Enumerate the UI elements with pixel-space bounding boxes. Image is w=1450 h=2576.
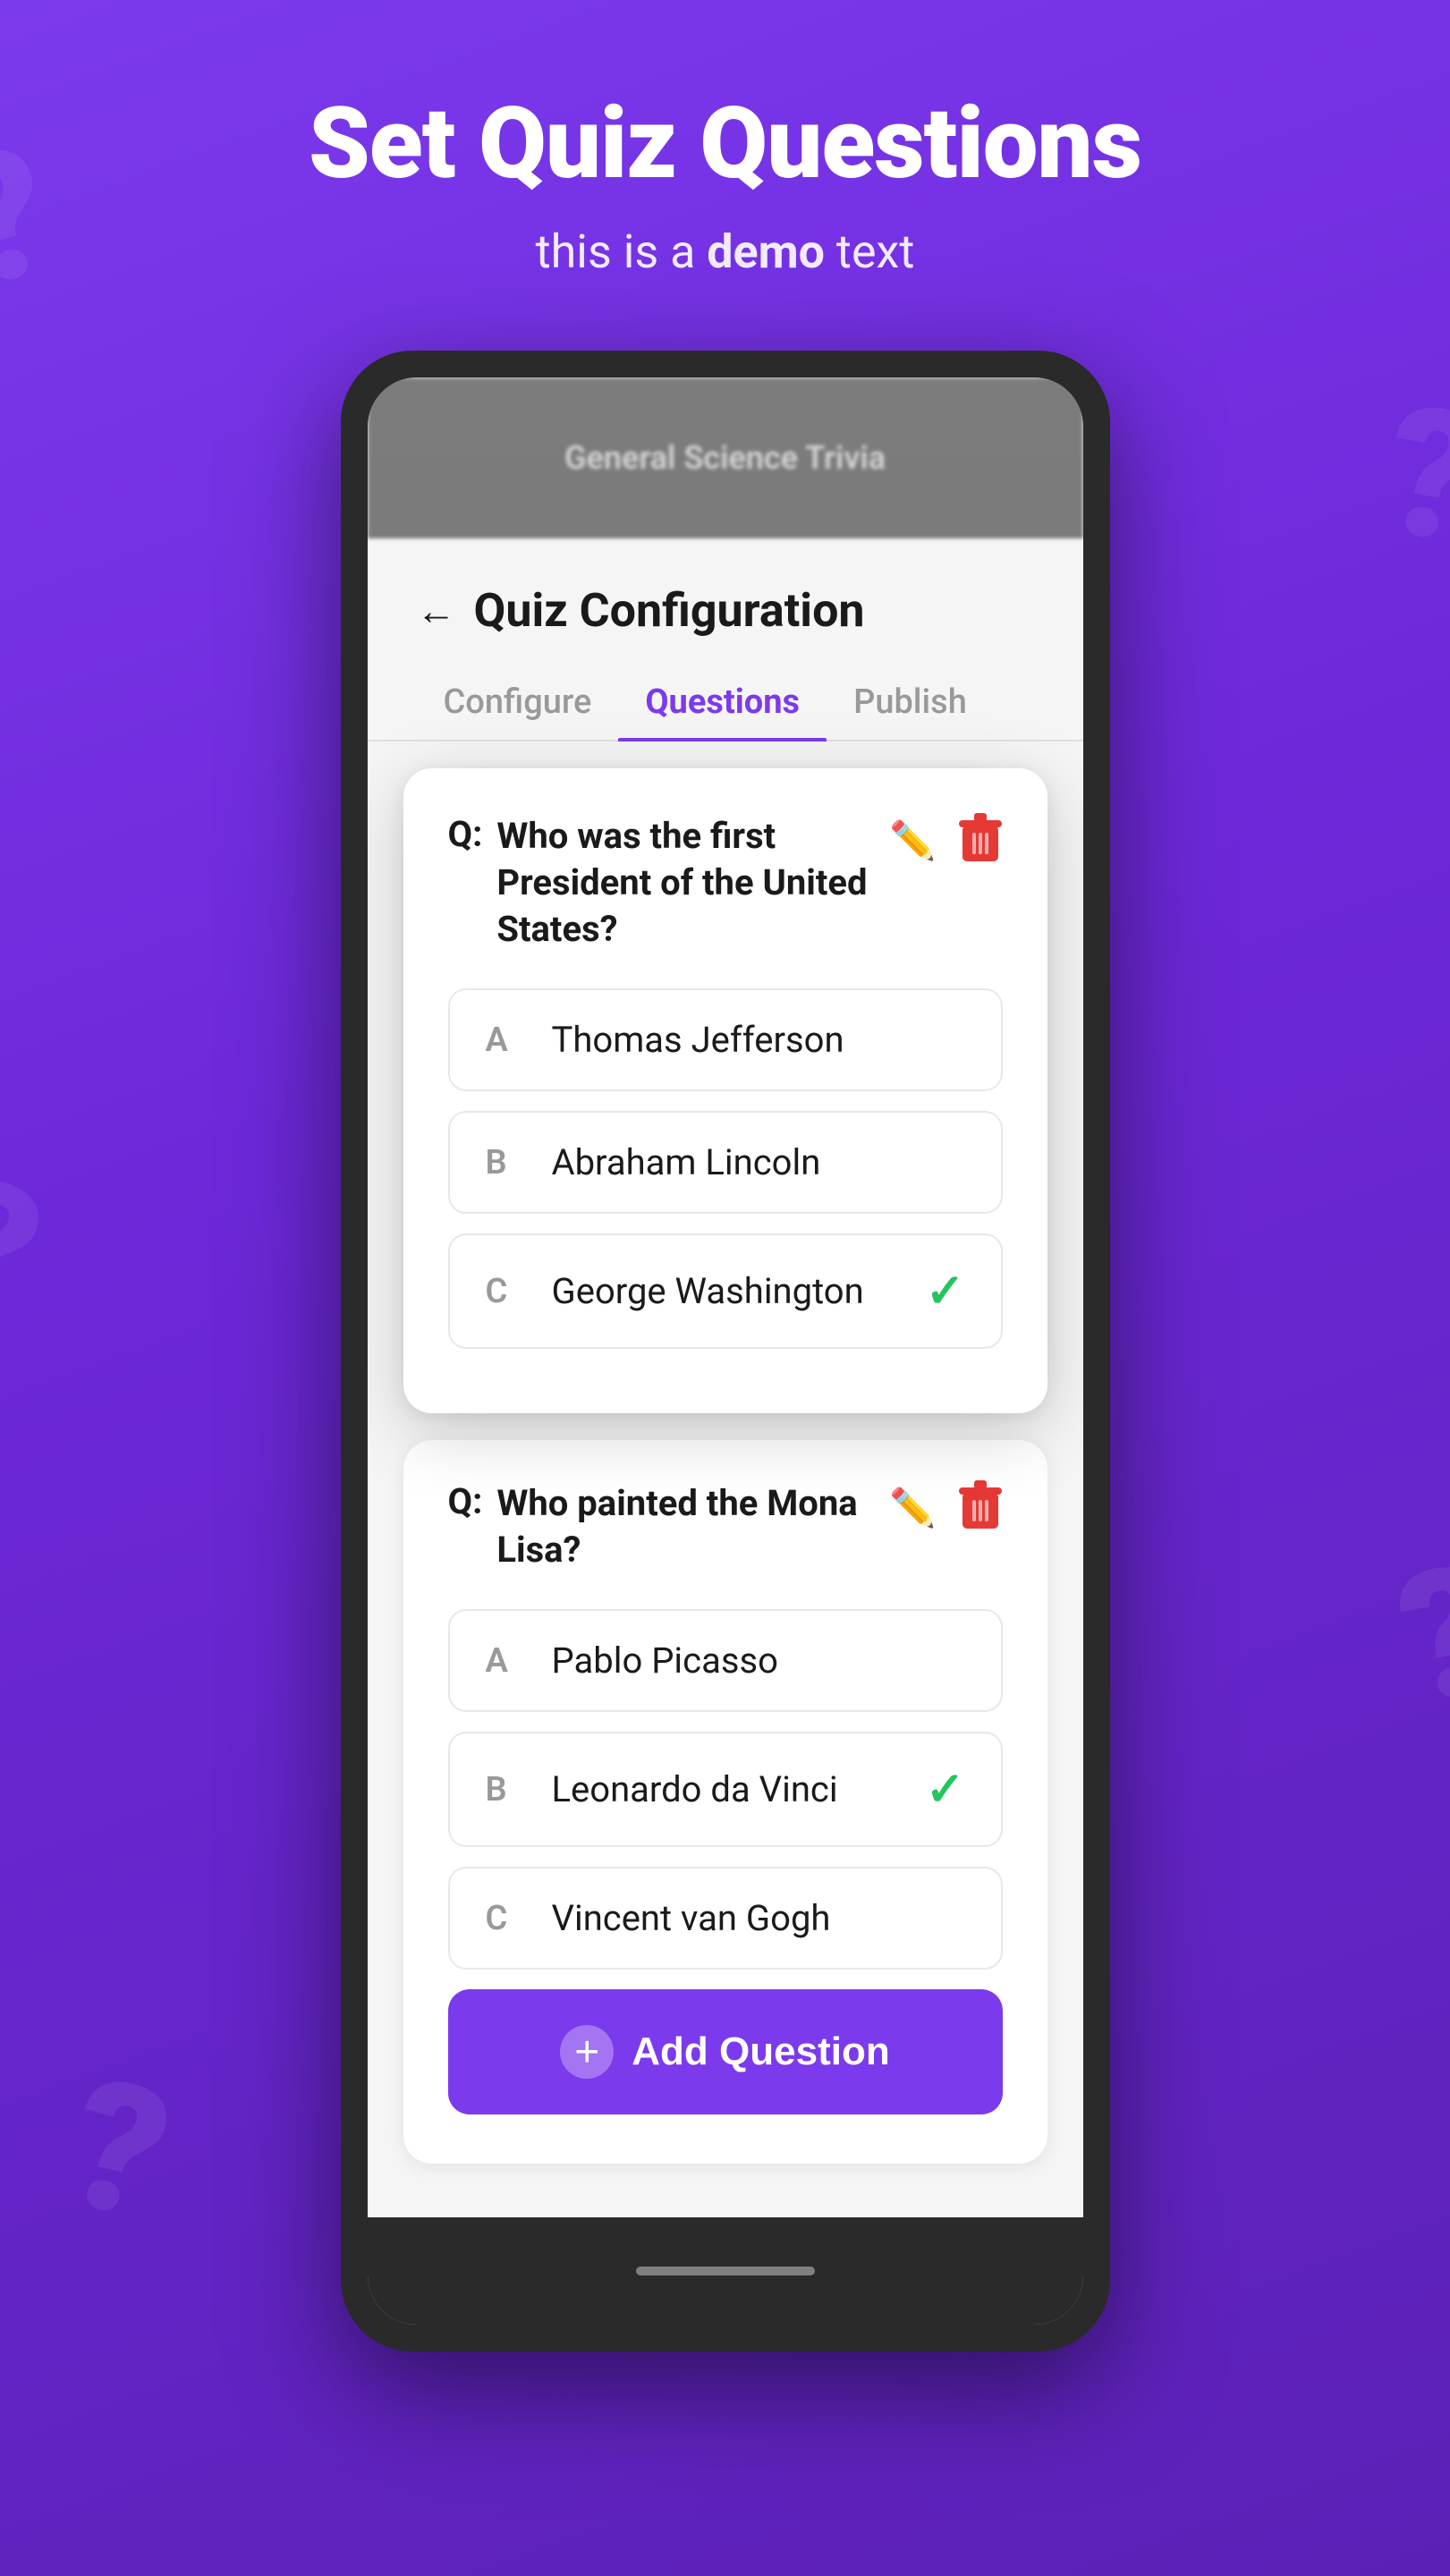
q1-correct-checkmark: ✓ bbox=[926, 1264, 965, 1318]
q1-b-text: Abraham Lincoln bbox=[552, 1141, 965, 1183]
q2-a-letter: A bbox=[486, 1641, 530, 1681]
phone-screen: General Science Trivia ← Quiz Configurat… bbox=[368, 377, 1083, 2325]
question-card-1: Q: Who was the first President of the Un… bbox=[403, 768, 1047, 1413]
phone-frame: General Science Trivia ← Quiz Configurat… bbox=[341, 351, 1110, 2351]
add-icon: + bbox=[560, 2025, 614, 2079]
blur-text: General Science Trivia bbox=[564, 439, 886, 477]
q1-a-letter: A bbox=[486, 1021, 530, 1060]
tab-publish[interactable]: Publish bbox=[827, 665, 994, 740]
q2-c-text: Vincent van Gogh bbox=[552, 1897, 965, 1939]
q1-a-text: Thomas Jefferson bbox=[552, 1019, 965, 1061]
tab-questions[interactable]: Questions bbox=[618, 665, 827, 740]
home-indicator bbox=[636, 2267, 815, 2275]
q1-delete-icon[interactable] bbox=[958, 813, 1003, 869]
q2-delete-icon[interactable] bbox=[958, 1480, 1003, 1536]
q2-edit-icon[interactable]: ✏️ bbox=[889, 1487, 936, 1530]
q2-actions: ✏️ bbox=[889, 1480, 1002, 1536]
tabs-bar: Configure Questions Publish bbox=[368, 638, 1083, 741]
question-1-header: Q: Who was the first President of the Un… bbox=[448, 813, 1003, 953]
q2-answer-c[interactable]: C Vincent van Gogh bbox=[448, 1867, 1003, 1970]
q2-c-letter: C bbox=[486, 1899, 530, 1938]
q1-answer-a[interactable]: A Thomas Jefferson bbox=[448, 988, 1003, 1091]
phone-top-blur-area: General Science Trivia bbox=[368, 377, 1083, 538]
q2-label: Q: bbox=[448, 1480, 483, 1522]
back-arrow-icon[interactable]: ← bbox=[417, 588, 456, 634]
tab-configure[interactable]: Configure bbox=[417, 665, 619, 740]
q2-b-letter: B bbox=[486, 1770, 530, 1809]
q2-text: Who painted the Mona Lisa? bbox=[496, 1480, 871, 1573]
q2-answer-b[interactable]: B Leonardo da Vinci ✓ bbox=[448, 1732, 1003, 1847]
hero-subtitle: this is a demo text bbox=[536, 225, 915, 279]
question-2-text-group: Q: Who painted the Mona Lisa? bbox=[448, 1480, 872, 1573]
add-question-button[interactable]: + Add Question bbox=[448, 1989, 1003, 2114]
q1-text: Who was the first President of the Unite… bbox=[496, 813, 871, 953]
hero-title: Set Quiz Questions bbox=[309, 89, 1141, 198]
question-card-2: Q: Who painted the Mona Lisa? ✏️ bbox=[403, 1440, 1047, 2164]
q1-actions: ✏️ bbox=[889, 813, 1002, 869]
config-panel-title: Quiz Configuration bbox=[474, 583, 865, 638]
quiz-config-panel: ← Quiz Configuration Configure Questions… bbox=[368, 538, 1083, 2217]
q1-edit-icon[interactable]: ✏️ bbox=[889, 819, 936, 863]
main-content: Q: Who was the first President of the Un… bbox=[368, 741, 1083, 2217]
q1-label: Q: bbox=[448, 813, 483, 855]
phone-mockup: General Science Trivia ← Quiz Configurat… bbox=[341, 351, 1110, 2351]
phone-bottom-bar bbox=[368, 2217, 1083, 2325]
question-2-header: Q: Who painted the Mona Lisa? ✏️ bbox=[448, 1480, 1003, 1573]
q1-c-letter: C bbox=[486, 1272, 530, 1311]
q1-b-letter: B bbox=[486, 1143, 530, 1182]
q1-answer-c[interactable]: C George Washington ✓ bbox=[448, 1233, 1003, 1349]
q2-answer-a[interactable]: A Pablo Picasso bbox=[448, 1609, 1003, 1712]
q2-b-text: Leonardo da Vinci bbox=[552, 1768, 926, 1810]
question-1-text-group: Q: Who was the first President of the Un… bbox=[448, 813, 872, 953]
q2-a-text: Pablo Picasso bbox=[552, 1640, 965, 1682]
add-question-label: Add Question bbox=[632, 2029, 889, 2074]
q1-c-text: George Washington bbox=[552, 1270, 926, 1312]
q1-answer-b[interactable]: B Abraham Lincoln bbox=[448, 1111, 1003, 1214]
config-header: ← Quiz Configuration bbox=[368, 538, 1083, 638]
q2-correct-checkmark: ✓ bbox=[926, 1762, 965, 1817]
